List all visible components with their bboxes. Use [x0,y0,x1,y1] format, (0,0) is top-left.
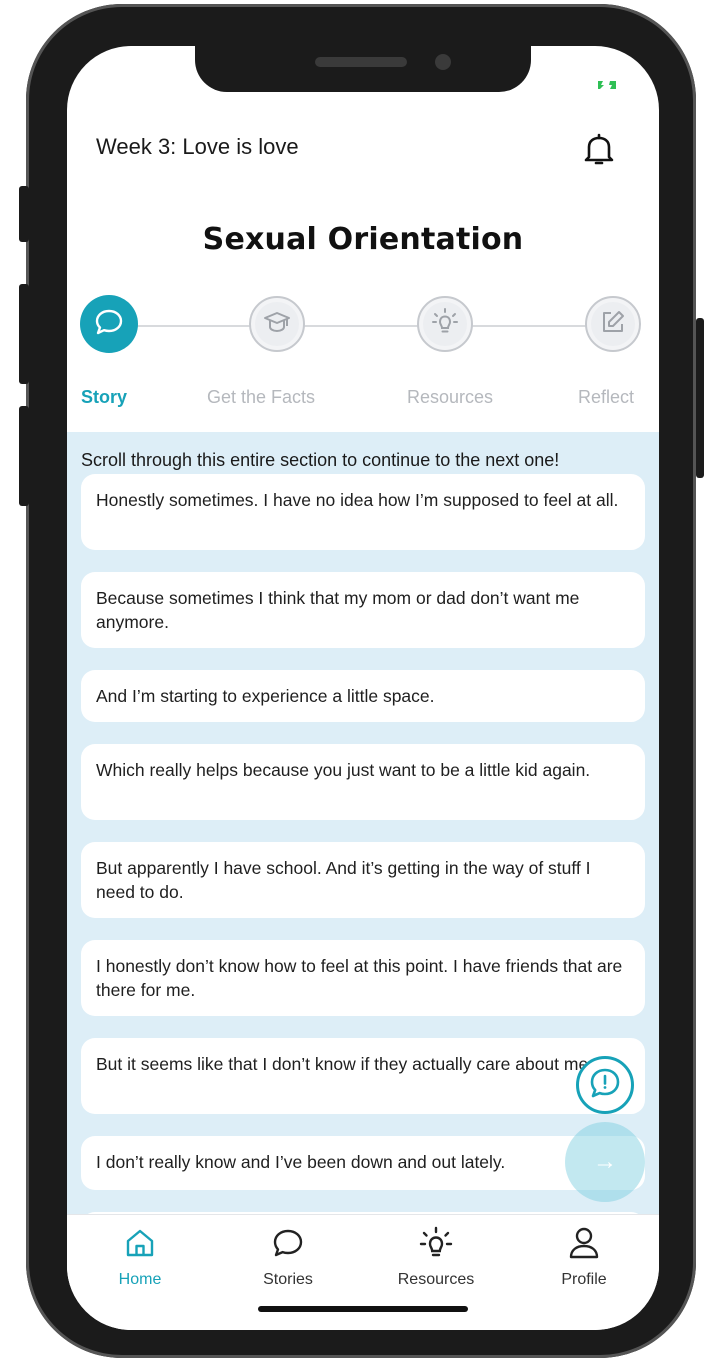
tab-home[interactable]: Home [80,1225,200,1289]
message-text: But apparently I have school. And it’s g… [96,858,591,902]
message-card: I don’t really know and I’ve been down a… [81,1136,645,1190]
user-icon [568,1226,600,1265]
scroll-instruction: Scroll through this entire section to co… [81,450,560,470]
arrow-right-icon: → [593,1148,617,1175]
tab-resources[interactable]: Resources [376,1225,496,1289]
message-text: Because sometimes I think that my mom or… [96,588,580,632]
step-story[interactable] [80,295,138,353]
message-text: I don’t really know and I’ve been down a… [96,1152,506,1172]
chat-bubble-icon [272,1227,304,1264]
page-title: Sexual Orientation [202,222,524,257]
message-text: Which really helps because you just want… [96,760,591,780]
volume-down-button [19,406,29,506]
message-card: Which really helps because you just want… [81,744,645,820]
step-resources[interactable] [417,296,473,352]
chat-bubble-icon [94,307,124,342]
step-get-the-facts[interactable] [249,296,305,352]
step-label-resources[interactable]: Resources [407,387,493,408]
battery-charging-icon [597,80,617,90]
speaker [315,57,407,67]
app-screen: Week 3: Love is love Sexual Orientation … [67,46,659,1330]
graduation-cap-icon [263,310,291,339]
step-label-story[interactable]: Story [81,387,127,408]
notch [195,46,531,92]
message-card: And I’m starting to experience a little … [81,670,645,722]
message-text: And I’m starting to experience a little … [96,686,435,706]
step-label-get-the-facts[interactable]: Get the Facts [207,387,315,408]
message-card: But it seems like that I don’t know if t… [81,1038,645,1114]
home-icon [124,1227,156,1264]
stepper-track [137,325,607,327]
power-button [696,318,704,478]
lightbulb-icon [431,307,459,342]
tab-profile[interactable]: Profile [524,1225,644,1289]
edit-icon [600,309,626,340]
message-text: I honestly don’t know how to feel at thi… [96,956,623,1000]
message-text: Honestly sometimes. I have no idea how I… [96,490,619,510]
message-card: Because sometimes I think that my mom or… [81,572,645,648]
message-card: I honestly don’t know how to feel at thi… [81,940,645,1016]
alert-chat-icon [588,1066,622,1105]
tab-label: Profile [561,1271,607,1288]
tab-label: Stories [263,1271,313,1288]
front-camera [435,54,451,70]
message-card: But apparently I have school. And it’s g… [81,842,645,918]
story-feed[interactable]: Scroll through this entire section to co… [67,432,659,1214]
tab-label: Resources [397,1271,475,1288]
report-button[interactable] [576,1056,634,1114]
tab-label: Home [118,1271,162,1288]
step-label-reflect[interactable]: Reflect [578,387,634,408]
lightbulb-icon [419,1226,453,1265]
bottom-tab-bar: Home Stories Resources Profile [67,1214,659,1330]
step-reflect[interactable] [585,296,641,352]
bell-icon[interactable] [583,132,615,166]
message-text: But it seems like that I don’t know if t… [96,1054,594,1074]
volume-up-button [19,284,29,384]
home-indicator[interactable] [258,1306,468,1312]
mute-switch [19,186,29,242]
week-title: Week 3: Love is love [96,134,299,159]
message-card: Honestly sometimes. I have no idea how I… [81,474,645,550]
tab-stories[interactable]: Stories [228,1225,348,1289]
next-button[interactable]: → [565,1122,645,1202]
